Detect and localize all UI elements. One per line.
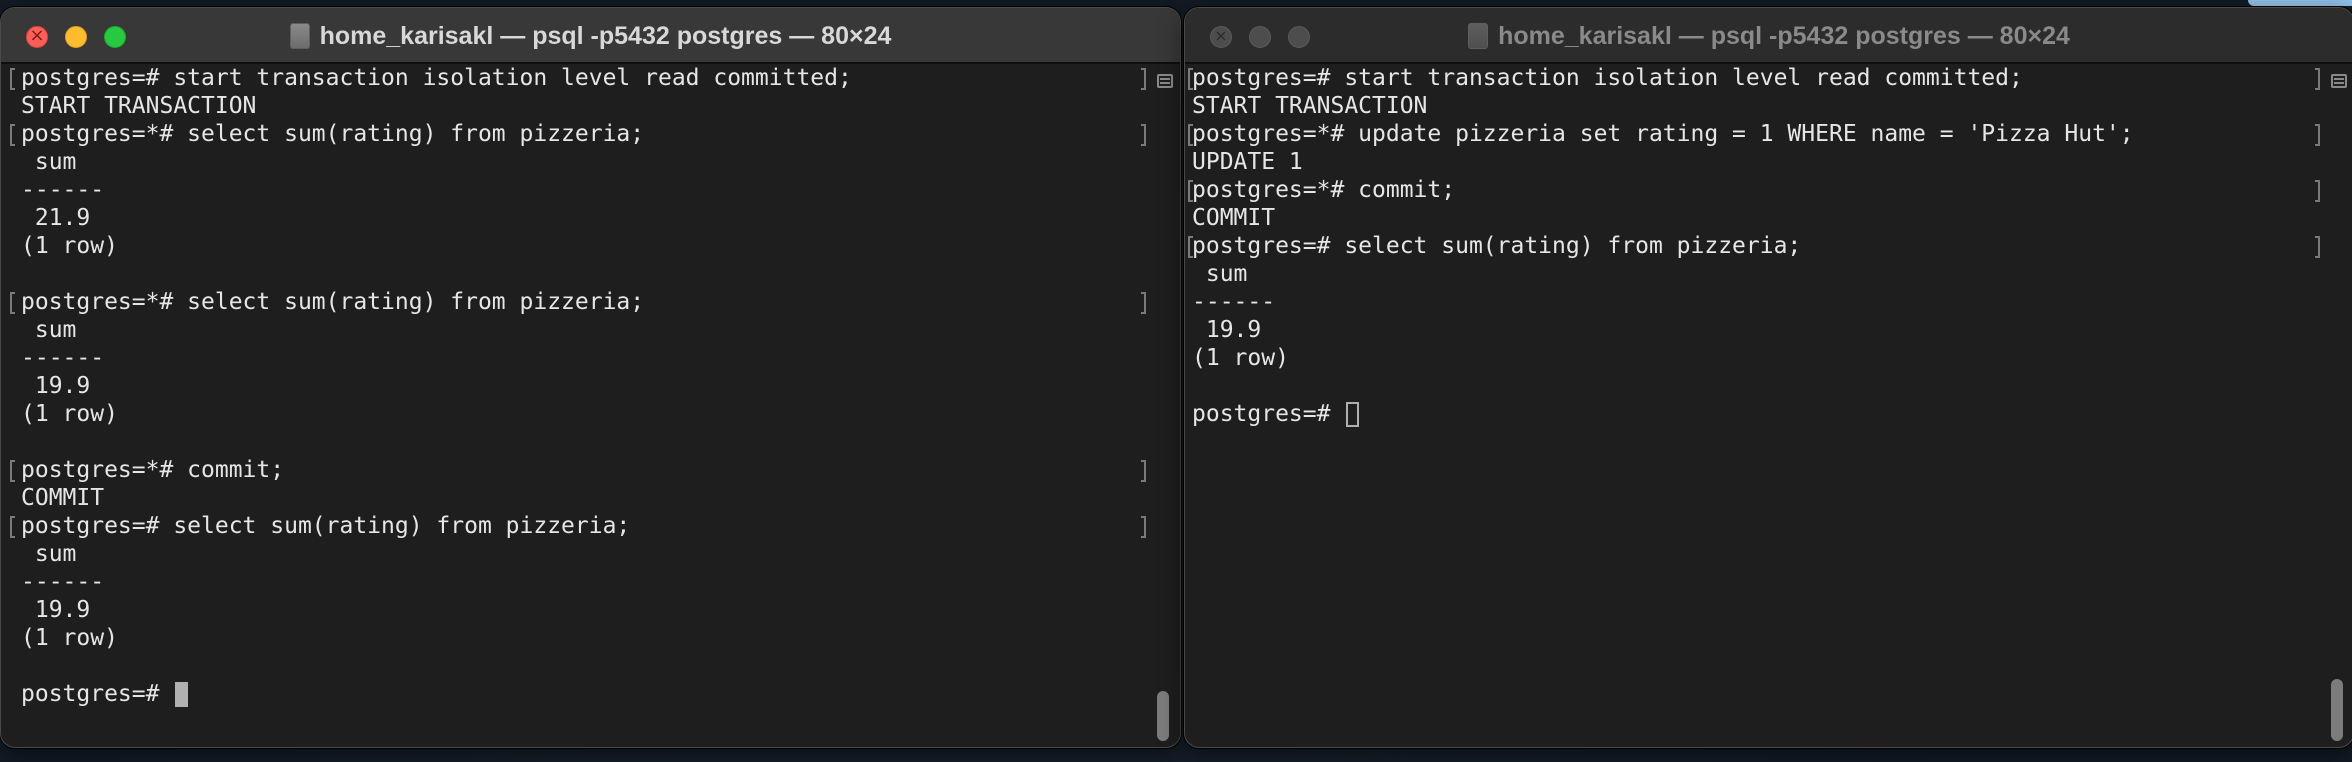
title-bar[interactable]: home_karisakl — psql -p5432 postgres — 8… (1185, 8, 2352, 64)
terminal-line: postgres=# select sum(rating) from pizze… (1192, 233, 1802, 259)
scrollbar[interactable] (1155, 100, 1171, 741)
terminal-line: postgres=*# update pizzeria set rating =… (1192, 121, 2134, 147)
title-bar[interactable]: home_karisakl — psql -p5432 postgres — 8… (1, 8, 1180, 64)
terminal-line: sum (1192, 261, 1248, 287)
prompt-mark-left-icon (10, 124, 15, 146)
terminal-line: postgres=*# select sum(rating) from pizz… (21, 289, 645, 315)
prompt-mark-left-icon (10, 516, 15, 538)
scrollbar-thumb[interactable] (2331, 679, 2343, 741)
terminal-line: postgres=*# commit; (21, 457, 285, 483)
terminal-line: ------ (21, 569, 105, 595)
prompt-mark-right-icon (2315, 236, 2320, 258)
prompt-mark-right-icon (1141, 516, 1146, 538)
document-proxy-icon[interactable] (289, 23, 310, 49)
terminal-window-left[interactable]: home_karisakl — psql -p5432 postgres — 8… (0, 7, 1181, 748)
split-pane-icon[interactable] (1157, 74, 1173, 88)
terminal-line: postgres=# select sum(rating) from pizze… (21, 513, 631, 539)
terminal-line: ------ (21, 345, 105, 371)
prompt-mark-right-icon (1141, 68, 1146, 90)
prompt-mark-right-icon (1141, 460, 1146, 482)
prompt-mark-left-icon (10, 460, 15, 482)
terminal-line: 19.9 (21, 373, 91, 399)
window-title-text: home_karisakl — psql -p5432 postgres — 8… (319, 21, 892, 50)
prompt-mark-right-icon (2315, 180, 2320, 202)
desktop: home_karisakl — psql -p5432 postgres — 8… (0, 0, 2352, 762)
terminal-content[interactable]: postgres=# start transaction isolation l… (1185, 64, 2352, 747)
terminal-line: UPDATE 1 (1192, 149, 1303, 175)
terminal-line: (1 row) (21, 625, 118, 651)
terminal-line: (1 row) (1192, 345, 1289, 371)
text-cursor (1346, 402, 1359, 427)
terminal-line: START TRANSACTION (21, 93, 257, 119)
terminal-line: 19.9 (21, 597, 91, 623)
terminal-line: postgres=*# commit; (1192, 177, 1456, 203)
prompt-mark-right-icon (1141, 124, 1146, 146)
terminal-line: 21.9 (21, 205, 91, 231)
terminal-line: ------ (21, 177, 105, 203)
window-title-text: home_karisakl — psql -p5432 postgres — 8… (1498, 21, 2070, 50)
terminal-line: postgres=# start transaction isolation l… (1192, 65, 2023, 91)
terminal-line: COMMIT (21, 485, 105, 511)
prompt-mark-right-icon (1141, 292, 1146, 314)
prompt-mark-right-icon (2315, 68, 2320, 90)
terminal-line: postgres=# start transaction isolation l… (21, 65, 852, 91)
window-title: home_karisakl — psql -p5432 postgres — 8… (1185, 8, 2352, 64)
terminal-line: sum (21, 541, 77, 567)
terminal-line: sum (21, 149, 77, 175)
split-pane-icon[interactable] (2331, 74, 2347, 88)
terminal-line: sum (21, 317, 77, 343)
desktop-accent (2248, 0, 2352, 6)
window-title: home_karisakl — psql -p5432 postgres — 8… (1, 8, 1180, 64)
terminal-line: postgres=*# select sum(rating) from pizz… (21, 121, 645, 147)
terminal-window-right[interactable]: home_karisakl — psql -p5432 postgres — 8… (1184, 7, 2352, 748)
terminal-line: START TRANSACTION (1192, 93, 1428, 119)
terminal-content[interactable]: postgres=# start transaction isolation l… (1, 64, 1180, 747)
scrollbar-thumb[interactable] (1157, 691, 1169, 741)
prompt-mark-left-icon (10, 292, 15, 314)
document-proxy-icon[interactable] (1468, 23, 1489, 49)
terminal-prompt-line[interactable]: postgres=# (1192, 400, 1344, 428)
terminal-line: COMMIT (1192, 205, 1276, 231)
terminal-line: (1 row) (21, 233, 118, 259)
scrollbar[interactable] (2329, 100, 2345, 741)
terminal-line: (1 row) (21, 401, 118, 427)
prompt-mark-right-icon (2315, 124, 2320, 146)
terminal-line: 19.9 (1192, 317, 1262, 343)
text-cursor (175, 682, 188, 707)
terminal-prompt-line[interactable]: postgres=# (21, 680, 173, 708)
prompt-mark-left-icon (10, 68, 15, 90)
terminal-line: ------ (1192, 289, 1276, 315)
